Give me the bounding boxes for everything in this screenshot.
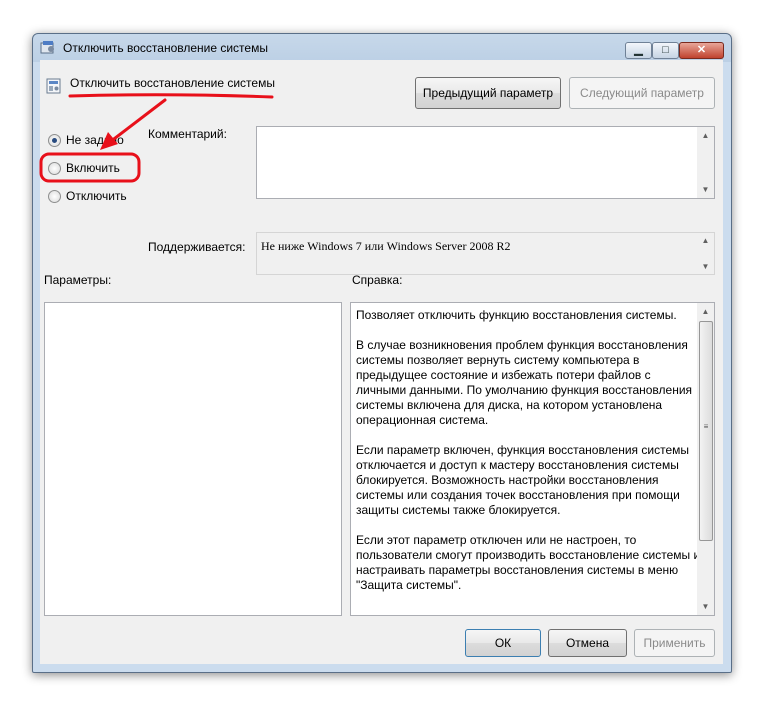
scroll-down-icon[interactable]: ▼ xyxy=(697,185,714,194)
params-panel xyxy=(44,302,342,616)
radio-label-not-configured: Не задано xyxy=(66,133,124,147)
radio-circle xyxy=(48,134,61,147)
apply-button[interactable]: Применить xyxy=(634,629,715,657)
scroll-thumb[interactable]: ≡ xyxy=(699,321,713,541)
policy-setting-icon xyxy=(40,41,54,54)
minimize-button[interactable]: ▁ xyxy=(625,42,652,59)
help-paragraph: Если этот параметр отключен или не настр… xyxy=(356,533,701,592)
close-button[interactable]: ✕ xyxy=(679,42,724,59)
previous-setting-button[interactable]: Предыдущий параметр xyxy=(415,77,561,109)
scroll-up-icon[interactable]: ▲ xyxy=(697,236,714,245)
dialog-client-area: Отключить восстановление системы Предыду… xyxy=(40,60,723,664)
radio-circle xyxy=(48,162,61,175)
comment-field[interactable]: ▲ ▼ xyxy=(256,126,715,199)
maximize-icon: □ xyxy=(662,44,669,56)
radio-selected-dot xyxy=(52,138,57,143)
radio-label-enable: Включить xyxy=(66,161,120,175)
scroll-grip-icon: ≡ xyxy=(703,422,709,431)
close-icon: ✕ xyxy=(696,44,707,56)
maximize-button[interactable]: □ xyxy=(652,42,679,59)
comment-label: Комментарий: xyxy=(148,127,227,141)
scroll-down-icon[interactable]: ▼ xyxy=(697,262,714,271)
supported-value: Не ниже Windows 7 или Windows Server 200… xyxy=(261,239,511,253)
help-text: Позволяет отключить функцию восстановлен… xyxy=(356,308,701,608)
radio-label-disable: Отключить xyxy=(66,189,127,203)
help-paragraph: В случае возникновения проблем функция в… xyxy=(356,338,693,427)
scroll-up-icon[interactable]: ▲ xyxy=(697,131,714,140)
title-bar[interactable]: Отключить восстановление системы ▁ □ ✕ xyxy=(33,34,731,60)
scroll-up-icon[interactable]: ▲ xyxy=(697,307,714,316)
help-paragraph: Позволяет отключить функцию восстановлен… xyxy=(356,308,677,322)
radio-disable[interactable]: Отключить xyxy=(48,189,158,205)
ok-button[interactable]: ОК xyxy=(465,629,541,657)
window-title: Отключить восстановление системы xyxy=(63,41,268,55)
policy-setting-icon xyxy=(46,78,61,94)
setting-title: Отключить восстановление системы xyxy=(70,76,275,90)
help-scrollbar[interactable]: ▲ ≡ ▼ xyxy=(697,303,714,615)
minimize-icon: ▁ xyxy=(634,44,643,56)
supported-scrollbar[interactable]: ▲ ▼ xyxy=(697,233,714,274)
help-panel: Позволяет отключить функцию восстановлен… xyxy=(350,302,715,616)
next-setting-button[interactable]: Следующий параметр xyxy=(569,77,715,109)
help-paragraph: Если параметр включен, функция восстанов… xyxy=(356,443,689,517)
dialog-window: Отключить восстановление системы ▁ □ ✕ О… xyxy=(32,33,732,673)
supported-field: Не ниже Windows 7 или Windows Server 200… xyxy=(256,232,715,275)
cancel-button[interactable]: Отмена xyxy=(548,629,627,657)
supported-label: Поддерживается: xyxy=(148,240,246,254)
help-label: Справка: xyxy=(352,273,403,287)
radio-enable[interactable]: Включить xyxy=(48,161,158,177)
scroll-down-icon[interactable]: ▼ xyxy=(697,602,714,611)
radio-not-configured[interactable]: Не задано xyxy=(48,133,158,149)
params-label: Параметры: xyxy=(44,273,112,287)
comment-scrollbar[interactable]: ▲ ▼ xyxy=(697,127,714,198)
radio-circle xyxy=(48,190,61,203)
